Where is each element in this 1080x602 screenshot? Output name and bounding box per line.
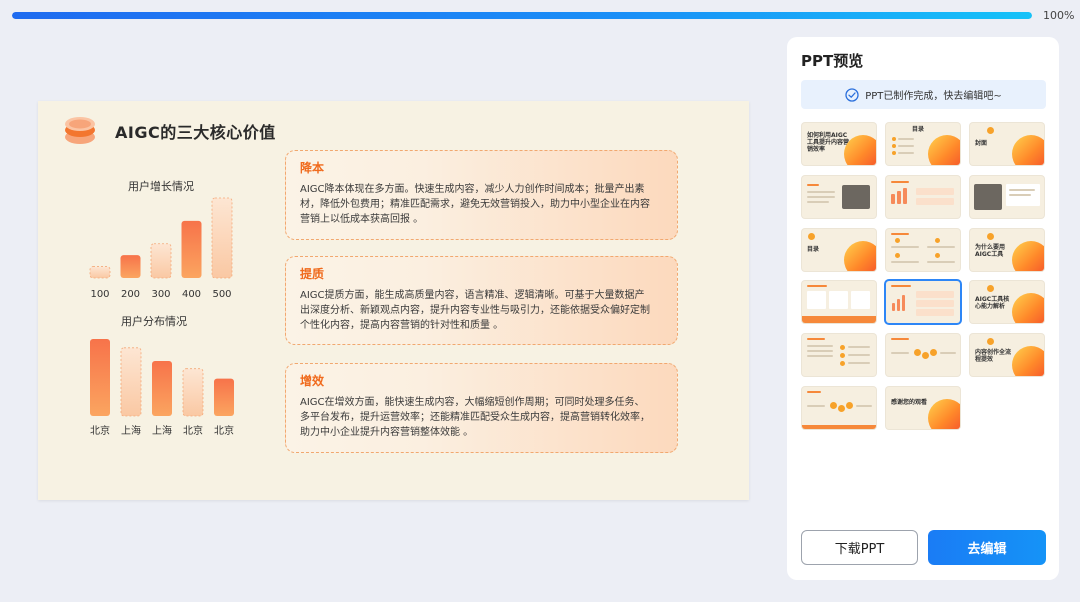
tick-label-distribution-5: 北京	[214, 424, 234, 437]
slide-thumbnail-3[interactable]: 封面	[970, 123, 1044, 165]
download-ppt-button[interactable]: 下载PPT	[801, 530, 918, 565]
tick-label-distribution-3: 上海	[152, 424, 172, 437]
bar-growth-2	[120, 255, 141, 278]
card-heading: 增效	[300, 374, 325, 388]
thumbnail-label: 封面	[975, 140, 988, 147]
slide-thumbnail-4[interactable]	[802, 176, 876, 218]
slide-thumbnail-15[interactable]: 内容创作全流程提效	[970, 334, 1044, 376]
bar-charts: 100 200 300 400 500 北京 上海 上海 北京 北京	[89, 197, 234, 437]
bar-distribution-1	[90, 339, 110, 416]
tick-label-growth-1: 100	[90, 289, 109, 300]
slide-preview: AIGC的三大核心价值 用户增长情况 用户分布情况 100 200 300 400 50…	[38, 101, 749, 500]
card-text: AIGC降本体现在多方面。快速生成内容，减少人力创作时间成本；批量产出素材，降低…	[300, 184, 650, 225]
progress-percent: 100%	[1043, 9, 1075, 22]
tick-label-distribution-1: 北京	[90, 424, 110, 437]
slide-thumbnail-12[interactable]: AIGC工具核心能力解析	[970, 281, 1044, 323]
slide-thumbnail-16[interactable]	[802, 387, 876, 429]
bar-growth-3	[150, 243, 172, 279]
slide-thumbnail-6[interactable]	[970, 176, 1044, 218]
slide-thumbnail-8[interactable]	[886, 229, 960, 271]
card-heading: 降本	[300, 161, 325, 175]
slide-thumbnail-1[interactable]: 如何利用AIGC工具提升内容营销效率	[802, 123, 876, 165]
thumbnail-label: 为什么要用AIGC工具	[975, 244, 1006, 258]
slide-thumbnail-7[interactable]: 目录	[802, 229, 876, 271]
edit-button[interactable]: 去编辑	[928, 530, 1046, 565]
bar-distribution-5	[214, 378, 234, 416]
thumbnail-label: 内容创作全流程提效	[975, 349, 1012, 363]
thumbnail-label: 目录	[807, 246, 820, 253]
slide-thumbnail-2[interactable]: 目录	[886, 123, 960, 165]
slide-thumbnail-10[interactable]	[802, 281, 876, 323]
slide-thumbnail-13[interactable]	[802, 334, 876, 376]
progress-bar	[12, 12, 1032, 19]
tick-label-distribution-2: 上海	[121, 424, 141, 437]
card-text: AIGC在增效方面，能快速生成内容，大幅缩短创作周期；可同时处理多任务、多平台发…	[300, 397, 650, 438]
slide-thumbnail-5[interactable]	[886, 176, 960, 218]
value-card-efficiency: 增效 AIGC在增效方面，能快速生成内容，大幅缩短创作周期；可同时处理多任务、多…	[285, 363, 678, 453]
value-card-quality: 提质 AIGC提质方面，能生成高质量内容，语言精准、逻辑清晰。可基于大量数据产出…	[285, 256, 678, 345]
tick-label-growth-4: 400	[182, 289, 201, 300]
bar-distribution-2	[120, 347, 142, 417]
card-heading: 提质	[300, 267, 325, 281]
slide-thumbnail-17[interactable]: 感谢您的观看	[886, 387, 960, 429]
value-card-cost: 降本 AIGC降本体现在多方面。快速生成内容，减少人力创作时间成本；批量产出素材…	[285, 150, 678, 240]
slide-thumbnail-11[interactable]	[886, 281, 960, 323]
check-circle-icon	[845, 87, 859, 102]
thumbnail-label: AIGC工具核心能力解析	[975, 296, 1010, 310]
tick-label-growth-3: 300	[151, 289, 170, 300]
tick-label-growth-2: 200	[121, 289, 140, 300]
panel-title: PPT预览	[801, 52, 864, 70]
card-text: AIGC提质方面，能生成高质量内容，语言精准、逻辑清晰。可基于大量数据产出深度分…	[300, 290, 650, 331]
bar-growth-4	[181, 220, 202, 278]
bar-growth-5	[211, 197, 233, 279]
bar-distribution-4	[182, 368, 204, 417]
progress-fill	[12, 12, 1032, 19]
bar-growth-1	[89, 266, 111, 279]
tick-label-growth-5: 500	[212, 289, 231, 300]
bar-distribution-3	[152, 361, 172, 416]
slide-thumbnail-9[interactable]: 为什么要用AIGC工具	[970, 229, 1044, 271]
status-banner: PPT已制作完成，快去编辑吧~	[801, 80, 1046, 109]
ppt-preview-panel: PPT预览 PPT已制作完成，快去编辑吧~ 如何利用AIGC工具提升内容营销效率…	[787, 37, 1059, 580]
status-banner-text: PPT已制作完成，快去编辑吧~	[865, 91, 1002, 102]
thumbnail-label: 感谢您的观看	[891, 399, 928, 406]
tick-label-distribution-4: 北京	[183, 424, 203, 437]
slide-thumbnail-14[interactable]	[886, 334, 960, 376]
thumbnail-label: 目录	[912, 126, 925, 133]
